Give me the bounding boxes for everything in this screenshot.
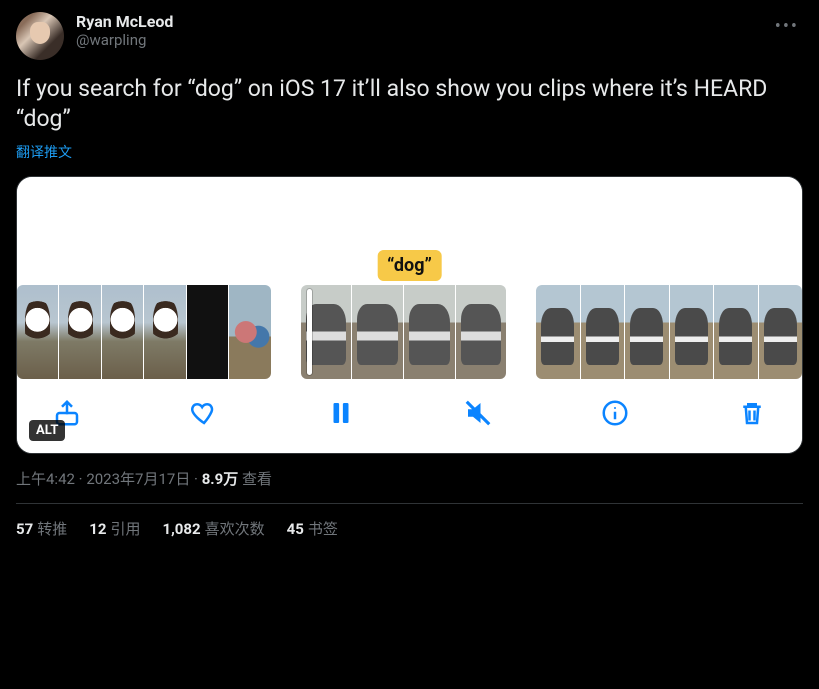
- tweet-meta: 上午4:42 · 2023年7月17日 · 8.9万 查看: [16, 468, 803, 489]
- retweets-stat[interactable]: 57转推: [16, 518, 67, 539]
- clip-group-1[interactable]: [17, 285, 271, 379]
- media-top: “dog”: [17, 177, 802, 285]
- thumbnail: [581, 285, 624, 379]
- tweet-container: Ryan McLeod @warpling ••• If you search …: [0, 0, 819, 551]
- thumbnail: [670, 285, 713, 379]
- thumbnail: [352, 285, 403, 379]
- avatar[interactable]: [16, 12, 64, 60]
- pause-icon[interactable]: [325, 397, 357, 429]
- thumbnail: [187, 285, 228, 379]
- thumbnail: [404, 285, 455, 379]
- display-name: Ryan McLeod: [76, 12, 759, 31]
- media-toolbar: [17, 379, 802, 453]
- user-handle: @warpling: [76, 31, 759, 49]
- mute-icon[interactable]: [462, 397, 494, 429]
- views-count: 8.9万: [202, 470, 239, 488]
- user-block[interactable]: Ryan McLeod @warpling: [76, 12, 759, 49]
- thumbnail: [229, 285, 270, 379]
- playhead[interactable]: [307, 289, 312, 375]
- media-card: “dog”: [16, 176, 803, 454]
- search-chip: “dog”: [377, 250, 442, 281]
- thumbnail: [536, 285, 579, 379]
- trash-icon[interactable]: [736, 397, 768, 429]
- tweet-time[interactable]: 上午4:42: [16, 470, 75, 488]
- views-label: 查看: [238, 470, 272, 488]
- thumbnail: [102, 285, 143, 379]
- more-icon[interactable]: •••: [771, 12, 803, 41]
- bookmarks-stat[interactable]: 45书签: [287, 518, 338, 539]
- divider: [16, 503, 803, 504]
- translate-link[interactable]: 翻译推文: [16, 142, 72, 162]
- quotes-stat[interactable]: 12引用: [89, 518, 140, 539]
- info-icon[interactable]: [599, 397, 631, 429]
- alt-badge[interactable]: ALT: [29, 420, 65, 441]
- clip-group-3[interactable]: [536, 285, 802, 379]
- tweet-text: If you search for “dog” on iOS 17 it’ll …: [16, 74, 803, 134]
- tweet-stats: 57转推 12引用 1,082喜欢次数 45书签: [16, 518, 803, 539]
- video-timeline[interactable]: [17, 285, 802, 379]
- thumbnail: [759, 285, 802, 379]
- tweet-date[interactable]: 2023年7月17日: [86, 470, 190, 488]
- thumbnail: [625, 285, 668, 379]
- thumbnail: [144, 285, 185, 379]
- thumbnail: [59, 285, 100, 379]
- thumbnail: [17, 285, 58, 379]
- clip-group-2[interactable]: [301, 285, 506, 379]
- thumbnail: [714, 285, 757, 379]
- likes-stat[interactable]: 1,082喜欢次数: [162, 518, 264, 539]
- thumbnail: [456, 285, 507, 379]
- heart-icon[interactable]: [188, 397, 220, 429]
- tweet-header: Ryan McLeod @warpling •••: [16, 12, 803, 60]
